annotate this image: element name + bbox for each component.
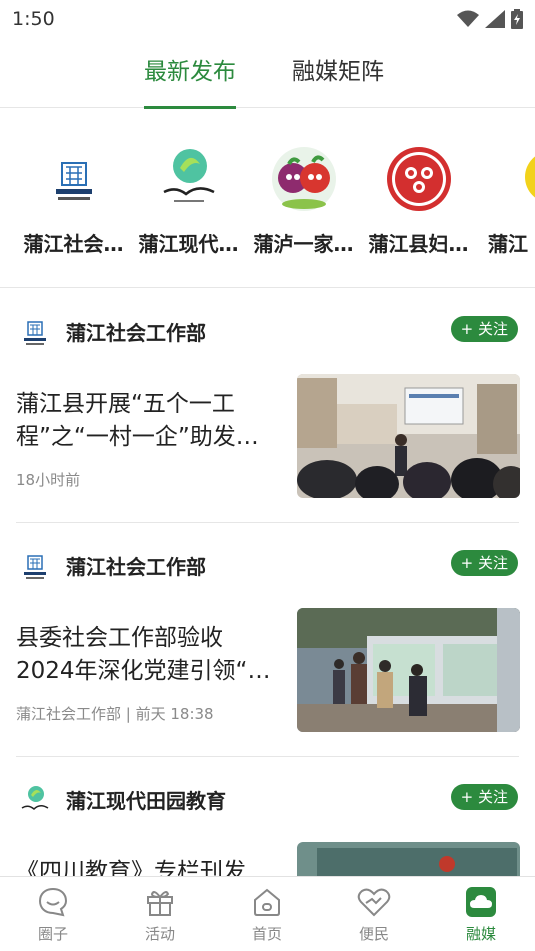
signal-icon [485, 10, 505, 28]
plus-icon: + [460, 554, 478, 572]
plus-icon: + [460, 320, 478, 338]
nav-label: 便民 [358, 925, 389, 943]
pujiang-education-logo [154, 144, 224, 214]
card-divider [16, 756, 519, 757]
chat-bubble-icon [36, 885, 70, 919]
account-name: 蒲江现代… [138, 232, 239, 256]
pulu-family-logo [269, 144, 339, 214]
battery-icon [511, 9, 523, 29]
news-thumbnail[interactable] [297, 374, 520, 498]
card-header: 蒲江现代田园教育 + 关注 [18, 782, 518, 818]
pujiang-social-work-logo [39, 144, 109, 214]
bottom-nav: 圈子 活动 首页 便民 融媒 [0, 876, 535, 951]
nav-label: 首页 [251, 925, 282, 943]
news-thumbnail[interactable] [297, 608, 520, 732]
account-item[interactable]: 蒲江 [476, 144, 535, 257]
source-avatar [21, 786, 49, 811]
news-title[interactable]: 县委社会工作部验收2024年深化党建引领“… [16, 622, 278, 688]
news-title[interactable]: 《四川教育》专栏刊发 [16, 856, 278, 876]
account-name: 蒲泸一家… [253, 232, 354, 256]
nav-activity[interactable]: 活动 [120, 885, 200, 944]
card-divider [16, 522, 519, 523]
account-item[interactable]: 蒲泸一家… [246, 144, 361, 257]
source-avatar [24, 555, 46, 579]
nav-label: 活动 [144, 925, 175, 943]
news-meta: 蒲江社会工作部 | 前天 18:38 [16, 705, 214, 723]
news-card[interactable]: 蒲江现代田园教育 + 关注 《四川教育》专栏刊发 [0, 782, 535, 876]
gift-icon [143, 885, 177, 919]
nav-label: 圈子 [37, 925, 68, 943]
account-item[interactable]: 蒲江县妇… [361, 144, 476, 257]
news-card[interactable]: 蒲江社会工作部 + 关注 县委社会工作部验收2024年深化党建引领“… 蒲江社会… [0, 548, 535, 758]
nav-media[interactable]: 融媒 [441, 885, 521, 944]
tab-media-matrix-label: 融媒矩阵 [292, 59, 384, 85]
account-name: 蒲江社会… [23, 232, 124, 256]
news-thumbnail[interactable] [297, 842, 520, 876]
follow-label: 关注 [477, 320, 508, 338]
account-item[interactable]: 蒲江社会… [16, 144, 131, 257]
green-mascot-logo [504, 144, 535, 214]
top-tabs: 最新发布 融媒矩阵 [0, 40, 535, 109]
plus-icon: + [460, 788, 478, 806]
cloud-icon [464, 885, 498, 919]
account-name: 蒲江 [488, 232, 528, 256]
tab-latest-label: 最新发布 [144, 59, 236, 85]
card-header: 蒲江社会工作部 + 关注 [18, 548, 518, 584]
source-name: 蒲江社会工作部 [66, 555, 206, 579]
home-icon [250, 885, 284, 919]
nav-label: 融媒 [465, 925, 496, 943]
news-title[interactable]: 蒲江县开展“五个一工程”之“一村一企”助发… [16, 388, 278, 454]
follow-label: 关注 [477, 788, 508, 806]
nav-circle[interactable]: 圈子 [13, 885, 93, 944]
account-item[interactable]: 蒲江现代… [131, 144, 246, 257]
heart-hands-icon [357, 885, 391, 919]
follow-button[interactable]: + 关注 [450, 784, 518, 810]
tab-media-matrix[interactable]: 融媒矩阵 [292, 52, 384, 108]
account-name: 蒲江县妇… [368, 232, 469, 256]
card-header: 蒲江社会工作部 + 关注 [18, 314, 518, 350]
follow-button[interactable]: + 关注 [450, 316, 518, 342]
status-bar: 1:50 [0, 0, 535, 38]
womens-federation-logo [384, 144, 454, 214]
source-name: 蒲江社会工作部 [66, 321, 206, 345]
nav-service[interactable]: 便民 [334, 885, 414, 944]
status-time: 1:50 [12, 8, 55, 30]
follow-button[interactable]: + 关注 [450, 550, 518, 576]
source-name: 蒲江现代田园教育 [66, 789, 226, 813]
news-card[interactable]: 蒲江社会工作部 + 关注 蒲江县开展“五个一工程”之“一村一企”助发… 18小时… [0, 314, 535, 524]
follow-label: 关注 [477, 554, 508, 572]
nav-home[interactable]: 首页 [227, 885, 307, 944]
source-avatar [24, 321, 46, 345]
status-icons [457, 9, 523, 29]
account-carousel[interactable]: 蒲江社会… 蒲江现代… 蒲泸一家… 蒲江县妇… 蒲江 [0, 108, 535, 288]
news-meta: 18小时前 [16, 471, 81, 489]
tab-latest[interactable]: 最新发布 [144, 52, 236, 109]
wifi-icon [457, 10, 479, 27]
